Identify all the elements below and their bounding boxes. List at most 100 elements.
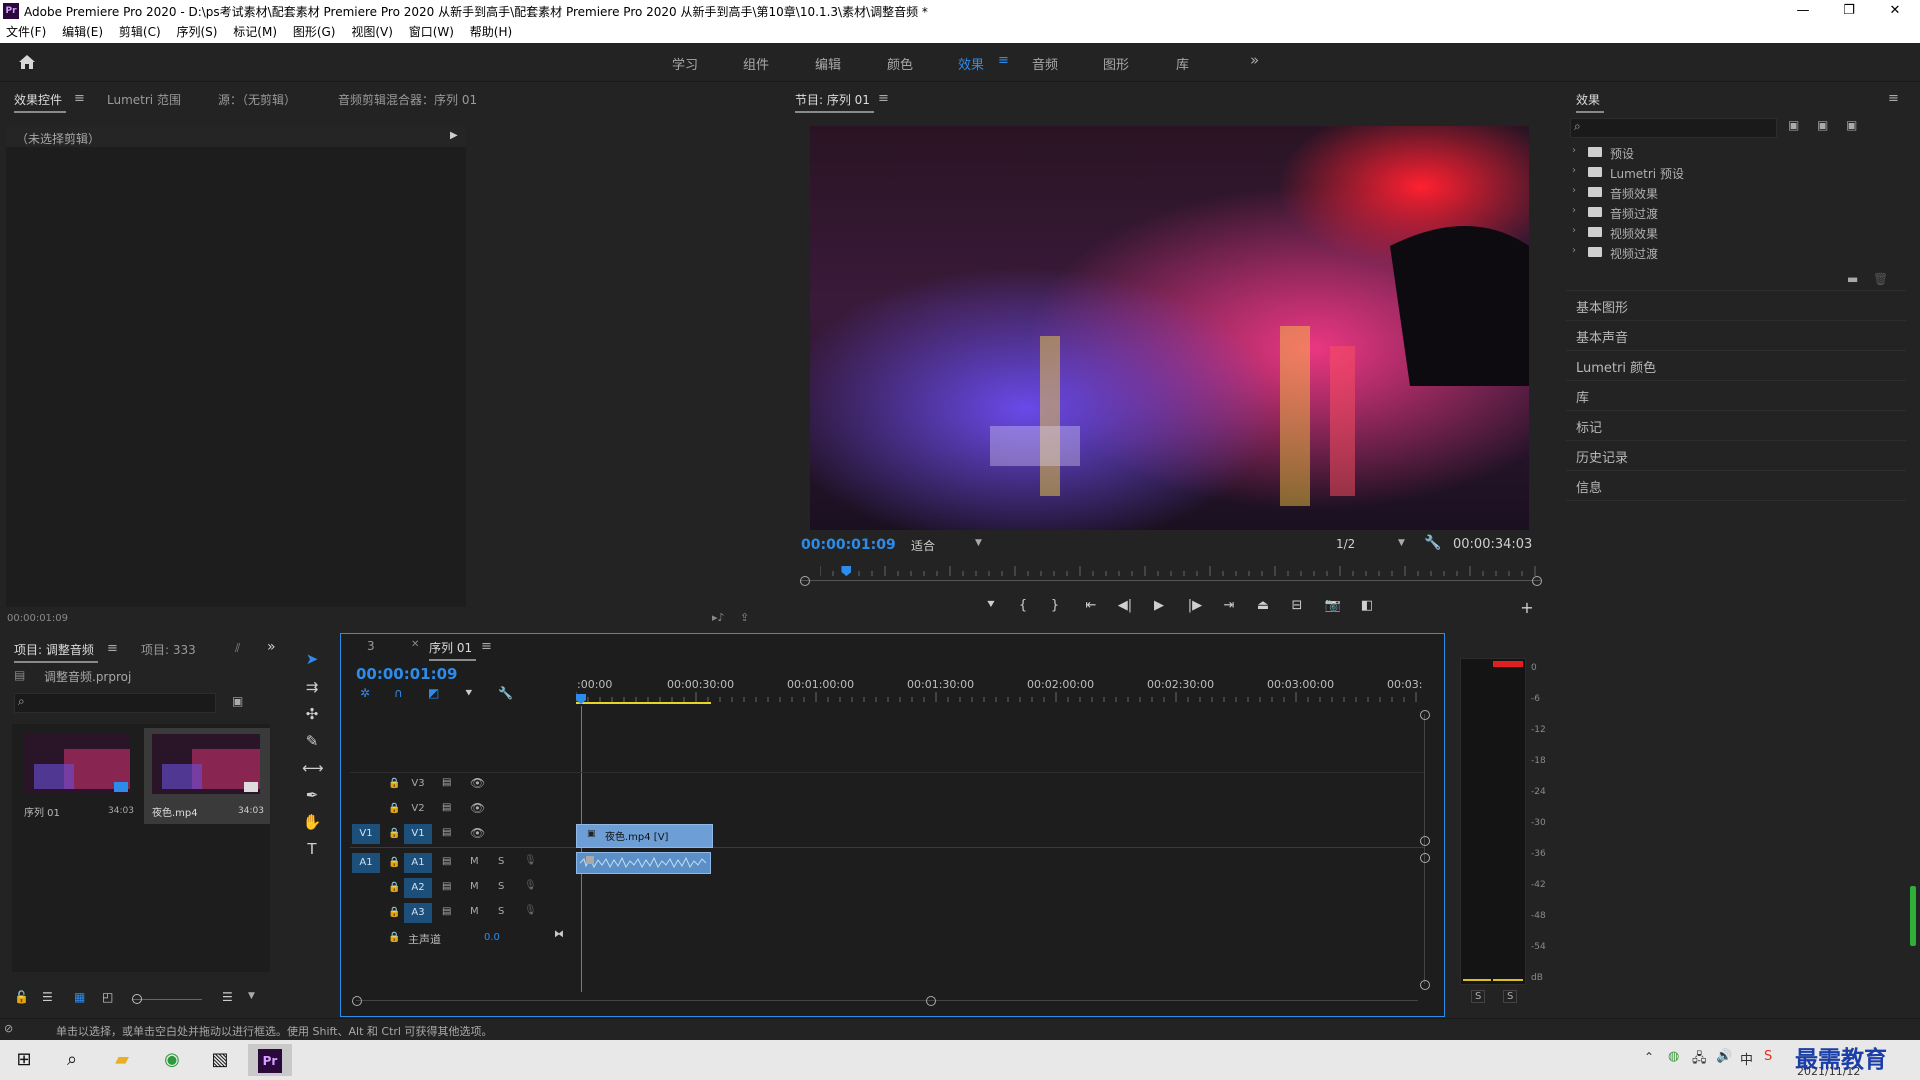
go-to-end-icon[interactable]: ⧓ [554, 929, 564, 940]
microphone-icon[interactable]: 🎙 [524, 905, 537, 916]
hand-tool-icon[interactable]: ✋ [302, 813, 322, 833]
zoom-handle-right[interactable] [1532, 576, 1542, 586]
lock-icon[interactable]: 🔒 [388, 828, 400, 839]
new-bin-icon[interactable]: ▬ [1847, 272, 1858, 286]
solo-button[interactable]: S [498, 881, 504, 892]
tab-project-adjust-audio[interactable]: 项目: 调整音频 [14, 641, 98, 663]
master-volume-value[interactable]: 0.0 [484, 932, 500, 943]
add-marker-icon[interactable]: ⯆ [464, 686, 474, 701]
tab-sequence-3[interactable]: 3 [367, 639, 375, 653]
tray-chevron-up-icon[interactable]: ⌃ [1644, 1050, 1654, 1064]
eye-icon[interactable]: 👁 [470, 801, 485, 815]
eye-icon[interactable]: 👁 [470, 776, 485, 790]
project-menu-icon[interactable]: ≡ [107, 641, 118, 656]
close-tab-icon[interactable]: ✕ [411, 639, 419, 650]
v-scroll-handle-top[interactable] [1420, 710, 1430, 720]
work-area-bar[interactable] [576, 702, 711, 704]
lock-icon[interactable]: 🔒 [388, 882, 400, 893]
sync-lock-icon[interactable]: ▤ [442, 802, 451, 813]
go-to-out-icon[interactable]: ⇥ [1218, 598, 1240, 613]
freeform-view-icon[interactable]: ◰ [102, 990, 113, 1004]
filter-icon[interactable]: ▸♪ [712, 611, 725, 624]
chrome-icon[interactable]: ◉ [150, 1044, 194, 1076]
tab-source[interactable]: 源：（无剪辑） [218, 91, 296, 108]
file-explorer-icon[interactable]: ▰ [100, 1044, 144, 1076]
sync-lock-icon[interactable]: ▤ [442, 906, 451, 917]
tab-audio-clip-mixer[interactable]: 音频剪辑混合器：序列 01 [338, 91, 477, 108]
photos-app-icon[interactable]: ▧ [198, 1044, 242, 1076]
h-scroll-handle-left[interactable] [352, 996, 362, 1006]
section-markers[interactable]: 标记 [1566, 410, 1906, 440]
section-lumetri-color[interactable]: Lumetri 颜色 [1566, 350, 1906, 380]
trash-icon[interactable]: 🗑 [1873, 272, 1888, 286]
pen-tool-icon[interactable]: ✒ [302, 786, 322, 806]
type-tool-icon[interactable]: T [302, 840, 322, 860]
close-button[interactable]: ✕ [1872, 0, 1918, 22]
menu-graphics[interactable]: 图形(G) [287, 22, 342, 43]
track-label[interactable]: V1 [404, 824, 432, 844]
tab-project-333[interactable]: 项目: 333 [141, 641, 196, 658]
menu-window[interactable]: 窗口(W) [403, 22, 460, 43]
sync-lock-icon[interactable]: ▤ [442, 881, 451, 892]
microphone-icon[interactable]: 🎙 [524, 855, 537, 866]
effects-search-input[interactable]: ⌕ [1570, 118, 1777, 138]
new-bin-from-search-icon[interactable]: ▣ [232, 694, 243, 708]
workspace-color[interactable]: 颜色 [887, 54, 913, 73]
export-frame-icon[interactable]: 📷 [1322, 598, 1344, 613]
slip-tool-icon[interactable]: ⟷ [302, 759, 324, 779]
effects-folder-audio-transitions[interactable]: › 音频过渡 [1570, 203, 1900, 222]
workspace-menu-icon[interactable]: ≡ [998, 53, 1009, 68]
workspace-assembly[interactable]: 组件 [743, 54, 769, 73]
effects-panel-title[interactable]: 效果 [1576, 91, 1605, 113]
timeline-clip-video[interactable]: ▣ 夜色.mp4 [V] [576, 824, 713, 848]
mute-button[interactable]: M [470, 906, 479, 917]
razor-tool-icon[interactable]: ✎ [302, 732, 322, 752]
menu-clip[interactable]: 剪辑(C) [113, 22, 167, 43]
track-select-tool-icon[interactable]: ⇉ [302, 678, 322, 698]
selection-tool-icon[interactable]: ➤ [302, 650, 322, 670]
volume-icon[interactable]: 🔊 [1716, 1049, 1732, 1064]
track-label[interactable]: V2 [404, 799, 432, 819]
more-panels-icon[interactable]: » [267, 639, 276, 655]
linked-selection-icon[interactable]: ◩ [428, 686, 439, 700]
eye-icon[interactable]: 👁 [470, 826, 485, 840]
comparison-view-icon[interactable]: ◧ [1356, 598, 1378, 613]
snap-icon[interactable]: ∩ [394, 686, 403, 700]
minimize-button[interactable]: — [1780, 0, 1826, 22]
tab-lumetri-scopes[interactable]: Lumetri 范围 [107, 91, 181, 108]
track-label[interactable]: A1 [404, 853, 432, 873]
lock-icon[interactable]: 🔒 [388, 907, 400, 918]
workspace-more-icon[interactable]: » [1250, 51, 1259, 69]
add-marker-icon[interactable]: ⯆ [980, 598, 1002, 613]
menu-markers[interactable]: 标记(M) [227, 22, 283, 43]
workspace-learn[interactable]: 学习 [672, 54, 698, 73]
project-item-sequence[interactable]: 序列 01 34:03 [18, 728, 136, 824]
menu-file[interactable]: 文件(F) [0, 22, 52, 43]
fit-dropdown[interactable]: 适合 ▼ [905, 536, 987, 554]
extract-icon[interactable]: ⊟ [1286, 598, 1308, 613]
list-view-icon[interactable]: ☰ [42, 990, 53, 1004]
lock-icon[interactable]: 🔒 [388, 778, 400, 789]
media-browser-icon[interactable]: ⫽ [235, 641, 240, 656]
lock-icon[interactable]: 🔓 [14, 990, 29, 1004]
export-icon[interactable]: ⇪ [740, 611, 749, 624]
play-icon[interactable]: ▶ [1148, 598, 1170, 613]
mark-in-icon[interactable]: { [1012, 598, 1034, 613]
network-icon[interactable]: 🖧 [1692, 1049, 1707, 1071]
tab-program-monitor[interactable]: 节目: 序列 01 [795, 91, 874, 113]
wrench-icon[interactable]: 🔧 [1424, 535, 1441, 551]
sync-lock-icon[interactable]: ▤ [442, 777, 451, 788]
solo-button[interactable]: S [498, 856, 504, 867]
step-back-icon[interactable]: ◀| [1114, 598, 1136, 613]
lock-icon[interactable]: 🔒 [388, 857, 400, 868]
meter-solo-right[interactable]: S [1503, 990, 1518, 1003]
effects-folder-video-effects[interactable]: › 视频效果 [1570, 223, 1900, 242]
program-timecode[interactable]: 00:00:01:09 [801, 537, 896, 553]
effects-folder-lumetri-presets[interactable]: › Lumetri 预设 [1570, 163, 1900, 182]
resolution-dropdown[interactable]: 1/2 ▼ [1330, 536, 1410, 554]
lift-icon[interactable]: ⏏ [1252, 598, 1274, 613]
effects-menu-icon[interactable]: ≡ [1888, 91, 1899, 106]
microphone-icon[interactable]: 🎙 [524, 880, 537, 891]
workspace-graphics[interactable]: 图形 [1103, 54, 1129, 73]
icon-view-icon[interactable]: ▦ [74, 990, 85, 1004]
